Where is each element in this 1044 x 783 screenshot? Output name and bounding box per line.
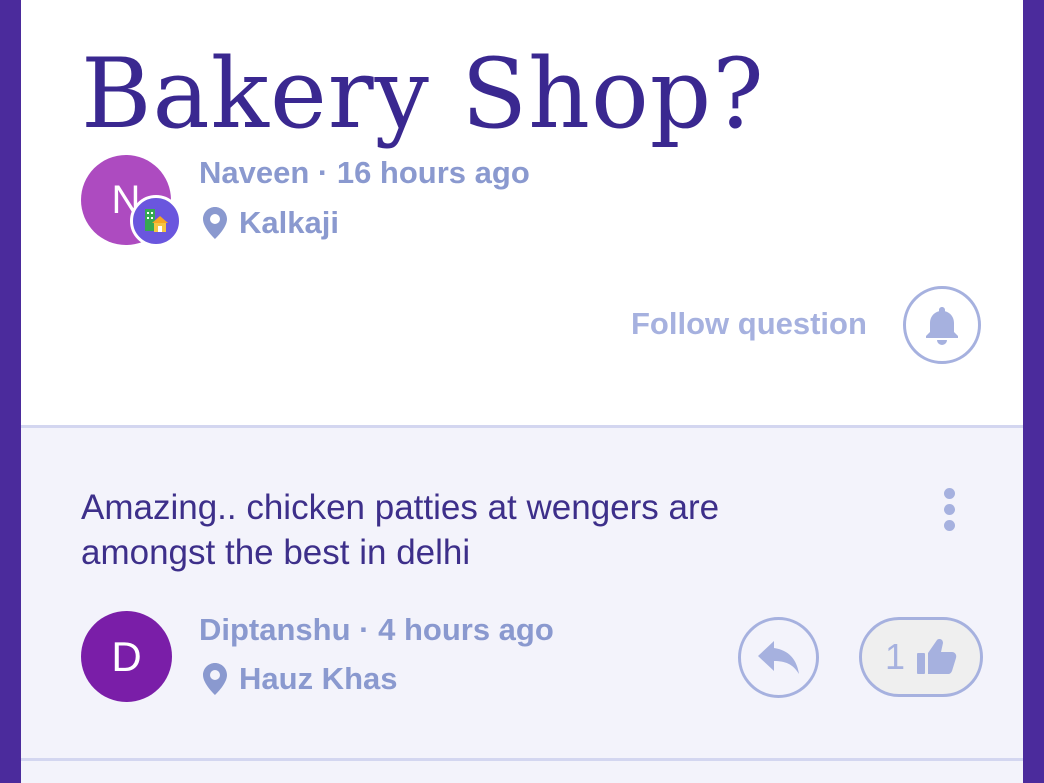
- frame-left: [0, 0, 21, 783]
- answer-text: Amazing.. chicken patties at wengers are…: [81, 488, 720, 572]
- thumbs-up-icon: [917, 639, 957, 674]
- more-vertical-icon[interactable]: [937, 488, 961, 536]
- avatar[interactable]: D: [81, 611, 172, 702]
- follow-question-button[interactable]: [903, 286, 981, 364]
- reply-button[interactable]: [738, 617, 819, 698]
- location-label: Hauz Khas: [239, 661, 398, 696]
- location-pin-icon: [203, 207, 227, 239]
- question-title: Bakery Shop?: [81, 38, 765, 151]
- location-pin-icon: [203, 663, 227, 695]
- avatar-initial: D: [111, 632, 142, 680]
- answer-card: Amazing.. chicken patties at wengers are…: [21, 428, 1023, 758]
- like-button[interactable]: 1: [859, 617, 983, 697]
- like-count: 1: [884, 636, 906, 677]
- follow-question-label[interactable]: Follow question: [631, 306, 867, 342]
- bell-icon: [926, 307, 958, 345]
- frame-right: [1023, 0, 1044, 783]
- home-building-icon: [130, 195, 182, 247]
- author-location[interactable]: Kalkaji: [203, 205, 339, 241]
- next-card-edge: [21, 761, 1023, 783]
- reply-icon: [757, 640, 799, 674]
- location-label: Kalkaji: [239, 205, 339, 240]
- author-name-time[interactable]: Diptanshu · 4 hours ago: [199, 612, 554, 648]
- question-card: Bakery Shop? N Naveen · 16 hours ago Kal…: [21, 0, 1023, 425]
- author-name-time[interactable]: Naveen · 16 hours ago: [199, 155, 530, 191]
- author-location[interactable]: Hauz Khas: [203, 661, 397, 697]
